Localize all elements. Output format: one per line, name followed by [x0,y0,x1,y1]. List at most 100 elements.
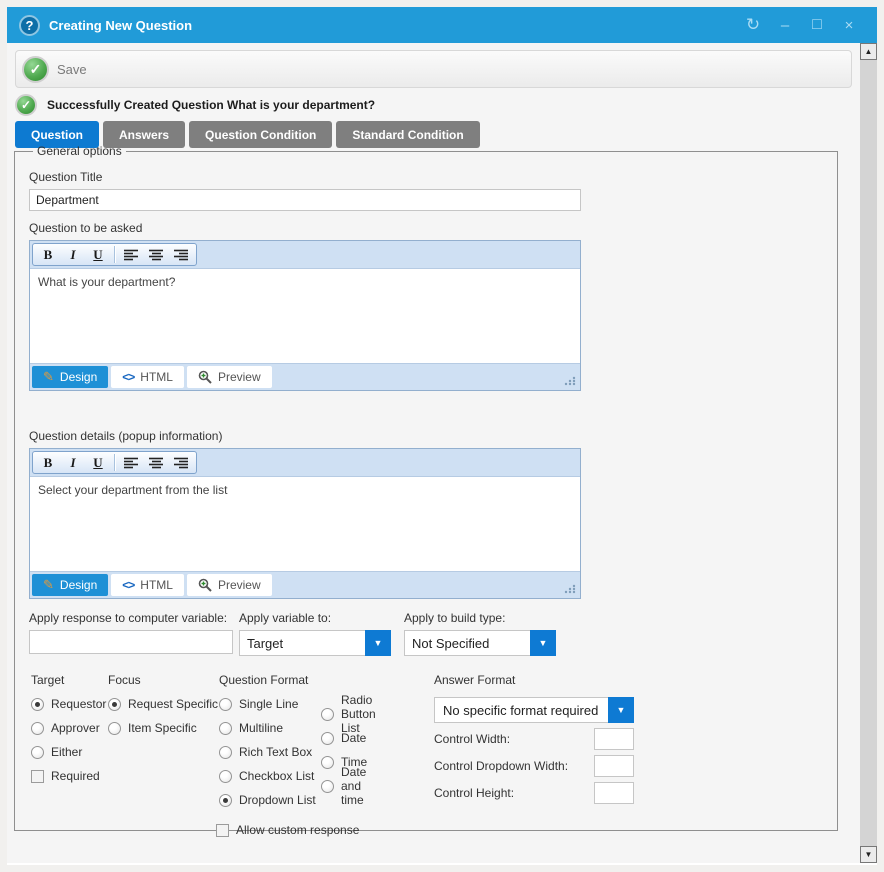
radio-icon [31,746,44,759]
radio-approver-label: Approver [51,721,100,735]
radio-single-line-label: Single Line [239,697,298,711]
radio-icon [219,722,232,735]
target-group: Target Requestor Approver [31,673,106,785]
dropdown-arrow-icon[interactable]: ▼ [365,630,391,656]
bold-button[interactable]: B [36,453,60,472]
radio-item-specific[interactable]: Item Specific [108,719,218,737]
control-width-row: Control Width: [434,728,634,750]
question-format-group: Question Format Single Line Multiline [219,673,359,839]
control-dropdown-width-input[interactable] [594,755,634,777]
checkbox-icon [31,770,44,783]
apply-response-input[interactable] [29,630,233,654]
italic-button[interactable]: I [61,245,85,264]
dropdown-arrow-icon[interactable]: ▼ [608,697,634,723]
preview-tab[interactable]: Preview [187,574,272,596]
dropdown-arrow-icon[interactable]: ▼ [530,630,556,656]
magnifier-icon [198,578,212,592]
bold-icon: B [44,247,53,263]
question-details-editor-content[interactable]: Select your department from the list [30,476,580,572]
design-tab-label: Design [60,578,97,592]
scrollbar-up-icon[interactable]: ▲ [860,43,877,60]
align-center-icon [149,249,164,261]
radio-icon [321,780,334,793]
align-right-button[interactable] [169,245,193,264]
radio-radio-button-list[interactable]: Radio Button List [321,705,376,723]
save-button[interactable]: ✓ Save [22,56,87,83]
minimize-icon[interactable]: – [769,12,801,38]
format-toolgroup: B I U [32,243,197,266]
close-icon[interactable]: × [833,12,865,38]
radio-approver[interactable]: Approver [31,719,106,737]
align-center-button[interactable] [144,245,168,264]
html-tab[interactable]: <> HTML [111,574,184,596]
question-asked-editor-content[interactable]: What is your department? [30,268,580,364]
radio-request-specific[interactable]: Request Specific [108,695,218,713]
design-tab[interactable]: ✎ Design [32,574,108,596]
radio-icon [108,722,121,735]
scrollbar-down-icon[interactable]: ▼ [860,846,877,863]
apply-variable-to-group: Apply variable to: Target ▼ [239,611,391,656]
radio-icon [219,746,232,759]
apply-build-type-label: Apply to build type: [404,611,556,625]
dialog-body: ✓ Save ✓ Successfully Created Question W… [7,43,877,863]
align-left-button[interactable] [119,453,143,472]
html-tab[interactable]: <> HTML [111,366,184,388]
resize-grip[interactable] [564,584,576,594]
control-height-input[interactable] [594,782,634,804]
radio-icon [219,794,232,807]
checkbox-icon [216,824,229,837]
radio-requestor[interactable]: Requestor [31,695,106,713]
radio-date-and-time[interactable]: Date and time [321,777,376,795]
question-asked-editor: B I U [29,240,581,391]
align-center-button[interactable] [144,453,168,472]
help-icon[interactable]: ? [19,15,40,36]
italic-button[interactable]: I [61,453,85,472]
answer-format-select[interactable]: No specific format required ▼ [434,697,634,723]
maximize-icon[interactable]: □ [801,12,833,38]
radio-dropdown-list-label: Dropdown List [239,793,316,807]
titlebar: ? Creating New Question ↻ – □ × [7,7,877,43]
general-options-legend: General options [33,144,126,158]
preview-tab[interactable]: Preview [187,366,272,388]
apply-variable-to-value: Target [239,630,365,656]
allow-custom-response-label: Allow custom response [236,823,359,837]
html-tab-label: HTML [140,578,173,592]
pencil-icon: ✎ [43,369,54,385]
pencil-icon: ✎ [43,577,54,593]
radio-icon [219,770,232,783]
control-height-row: Control Height: [434,782,634,804]
target-label: Target [31,673,106,689]
refresh-icon[interactable]: ↻ [737,12,769,38]
apply-build-type-select[interactable]: Not Specified ▼ [404,630,556,656]
answer-format-label: Answer Format [434,673,634,689]
align-right-button[interactable] [169,453,193,472]
radio-either-label: Either [51,745,82,759]
radio-icon [321,708,334,721]
control-width-input[interactable] [594,728,634,750]
design-tab[interactable]: ✎ Design [32,366,108,388]
question-details-editor: B I U [29,448,581,599]
save-button-label: Save [57,62,87,77]
vertical-scrollbar[interactable]: ▲ ▼ [860,43,877,863]
checkbox-required[interactable]: Required [31,767,106,785]
apply-response-group: Apply response to computer variable: [29,611,233,654]
screen: ? Creating New Question ↻ – □ × ✓ Save [0,0,884,872]
radio-icon [321,732,334,745]
radio-icon [31,698,44,711]
question-title-input[interactable] [29,189,581,211]
checkbox-allow-custom-response[interactable]: Allow custom response [216,821,359,839]
align-left-icon [124,457,139,469]
bold-button[interactable]: B [36,245,60,264]
resize-grip[interactable] [564,376,576,386]
align-right-icon [174,249,189,261]
code-icon: <> [122,578,134,592]
underline-button[interactable]: U [86,453,110,472]
code-icon: <> [122,370,134,384]
radio-either[interactable]: Either [31,743,106,761]
focus-label: Focus [108,673,218,689]
align-left-button[interactable] [119,245,143,264]
underline-button[interactable]: U [86,245,110,264]
editor-toolbar: B I U [30,241,580,268]
italic-icon: I [70,247,75,263]
apply-variable-to-select[interactable]: Target ▼ [239,630,391,656]
